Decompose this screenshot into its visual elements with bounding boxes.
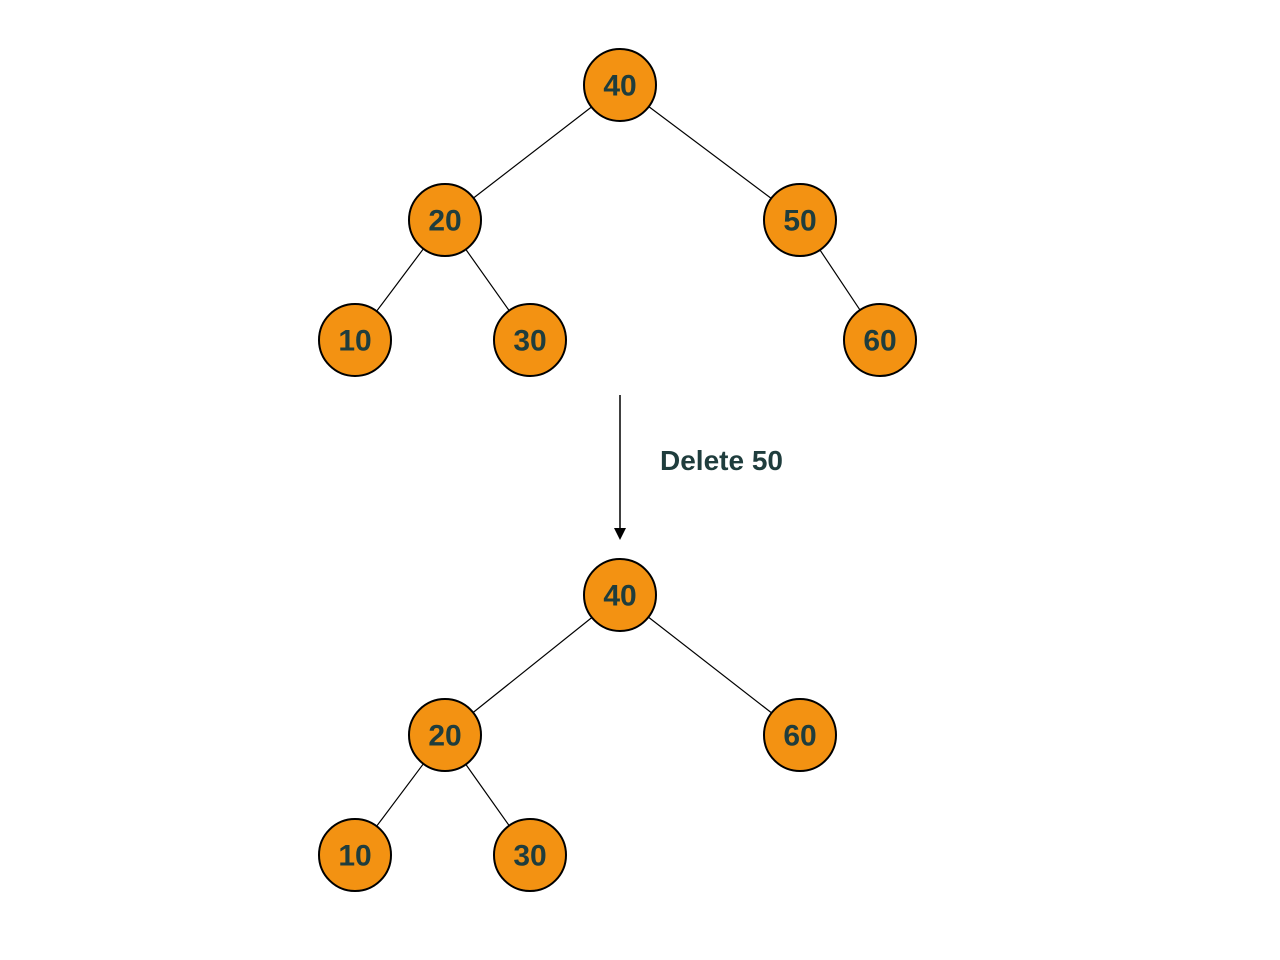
diagram-canvas: 40 20 50 10 30 60 40 20 60 10 30 Delete 50 — [0, 0, 1280, 960]
before-node-40: 40 — [584, 49, 656, 121]
after-node-40: 40 — [584, 559, 656, 631]
before-node-30: 30 — [494, 304, 566, 376]
before-node-label-50: 50 — [783, 205, 816, 238]
after-edge-0 — [473, 617, 592, 712]
before-edge-0 — [474, 107, 592, 198]
after-edge-1 — [648, 617, 771, 713]
after-node-label-30: 30 — [513, 840, 546, 873]
before-edge-1 — [649, 107, 771, 199]
before-node-label-40: 40 — [603, 70, 636, 103]
after-node-label-10: 10 — [338, 840, 371, 873]
before-node-10: 10 — [319, 304, 391, 376]
before-node-50: 50 — [764, 184, 836, 256]
before-node-label-20: 20 — [428, 205, 461, 238]
after-edge-3 — [466, 764, 509, 825]
before-edge-3 — [466, 249, 509, 310]
after-node-30: 30 — [494, 819, 566, 891]
before-node-label-30: 30 — [513, 325, 546, 358]
after-node-label-40: 40 — [603, 580, 636, 613]
before-edge-4 — [820, 250, 860, 310]
after-node-60: 60 — [764, 699, 836, 771]
after-edge-2 — [377, 764, 424, 826]
before-edge-2 — [377, 249, 424, 311]
after-node-label-20: 20 — [428, 720, 461, 753]
before-node-label-10: 10 — [338, 325, 371, 358]
before-node-label-60: 60 — [863, 325, 896, 358]
after-node-20: 20 — [409, 699, 481, 771]
before-node-60: 60 — [844, 304, 916, 376]
after-node-label-60: 60 — [783, 720, 816, 753]
after-node-10: 10 — [319, 819, 391, 891]
before-node-20: 20 — [409, 184, 481, 256]
caption-text: Delete 50 — [660, 445, 783, 476]
transition-arrow-head — [614, 528, 626, 540]
